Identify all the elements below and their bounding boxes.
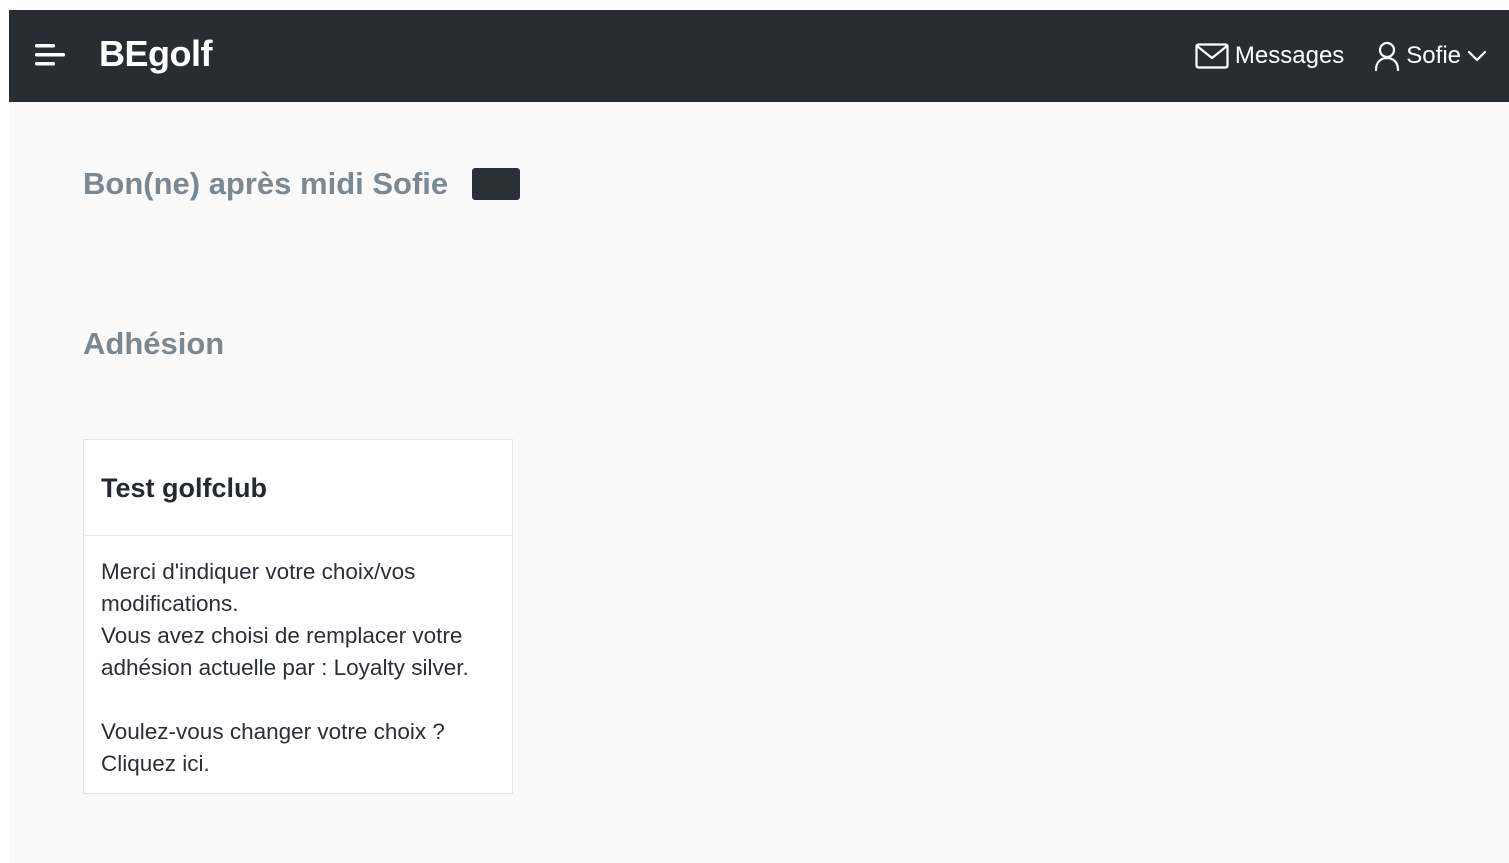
menu-toggle-button[interactable]: [33, 40, 69, 70]
card-text-line: adhésion actuelle par : Loyalty silver.: [101, 655, 469, 680]
greeting-text: Bon(ne) après midi Sofie: [83, 166, 449, 201]
redacted-block: [472, 168, 521, 200]
card-title: Test golfclub: [84, 440, 512, 536]
section-title: Adhésion: [83, 326, 225, 361]
app-frame: BEgolf Messages Sofie Bon(ne) après midi…: [9, 10, 1509, 863]
envelope-icon: [1195, 43, 1229, 69]
brand-logo-text[interactable]: BEgolf: [99, 32, 212, 76]
membership-card: Test golfclub Merci d'indiquer votre cho…: [83, 439, 513, 794]
user-menu-dropdown[interactable]: Sofie: [1374, 41, 1487, 71]
card-text-line: Vous avez choisi de remplacer votre: [101, 623, 463, 648]
card-body: Merci d'indiquer votre choix/vos modific…: [84, 536, 512, 780]
messages-link[interactable]: Messages: [1195, 42, 1344, 70]
user-icon: [1375, 41, 1400, 71]
messages-label: Messages: [1234, 42, 1345, 69]
card-text-line: Voulez-vous changer votre choix ?: [101, 719, 445, 744]
click-here-link[interactable]: Cliquez ici.: [101, 748, 495, 780]
hamburger-icon: [35, 44, 65, 66]
navbar-right: Messages Sofie: [1195, 38, 1487, 74]
greeting-row: Bon(ne) après midi Sofie: [83, 166, 521, 202]
top-navbar: BEgolf Messages Sofie: [9, 10, 1509, 102]
card-text-line: Merci d'indiquer votre choix/vos: [101, 559, 416, 584]
user-name-label: Sofie: [1406, 42, 1461, 69]
card-text-line: modifications.: [101, 591, 239, 616]
chevron-down-icon: [1467, 50, 1487, 62]
